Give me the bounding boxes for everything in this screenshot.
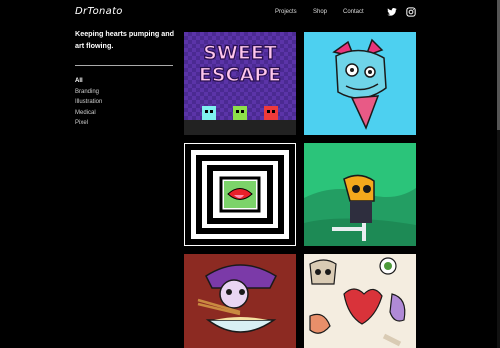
project-tile-psychedelic-lips[interactable] xyxy=(184,143,296,246)
divider xyxy=(75,65,173,66)
project-tile-anatomy-pattern[interactable] xyxy=(304,254,416,348)
project-tile-skull-reaper[interactable] xyxy=(304,143,416,246)
project-tile-sweet-escape[interactable]: SWEET ESCAPE xyxy=(184,32,296,135)
filter-branding[interactable]: Branding xyxy=(75,87,102,98)
nav-contact-link[interactable]: Contact xyxy=(343,9,364,15)
anatomy-pattern-artwork xyxy=(304,254,416,348)
filter-illustration[interactable]: Illustration xyxy=(75,97,102,108)
instagram-icon[interactable] xyxy=(406,7,416,17)
twitter-icon[interactable] xyxy=(387,7,397,17)
skull-reaper-artwork xyxy=(304,143,416,246)
psychedelic-lips-artwork xyxy=(184,143,296,246)
filter-pixel[interactable]: Pixel xyxy=(75,118,102,129)
zombie-icecream-artwork xyxy=(304,32,416,135)
nav-shop-link[interactable]: Shop xyxy=(313,9,327,15)
filter-medical[interactable]: Medical xyxy=(75,108,102,119)
category-filter-list: All Branding Illustration Medical Pixel xyxy=(75,76,102,129)
project-tile-zombie-icecream[interactable] xyxy=(304,32,416,135)
filter-all[interactable]: All xyxy=(75,76,102,87)
tile-title: SWEET ESCAPE xyxy=(198,41,282,86)
ramen-creature-artwork xyxy=(184,254,296,348)
project-tile-ramen-creature[interactable] xyxy=(184,254,296,348)
tagline: Keeping hearts pumping and art flowing. xyxy=(75,29,175,50)
logo[interactable]: DrTonato xyxy=(75,6,123,17)
nav-projects-link[interactable]: Projects xyxy=(275,9,297,15)
